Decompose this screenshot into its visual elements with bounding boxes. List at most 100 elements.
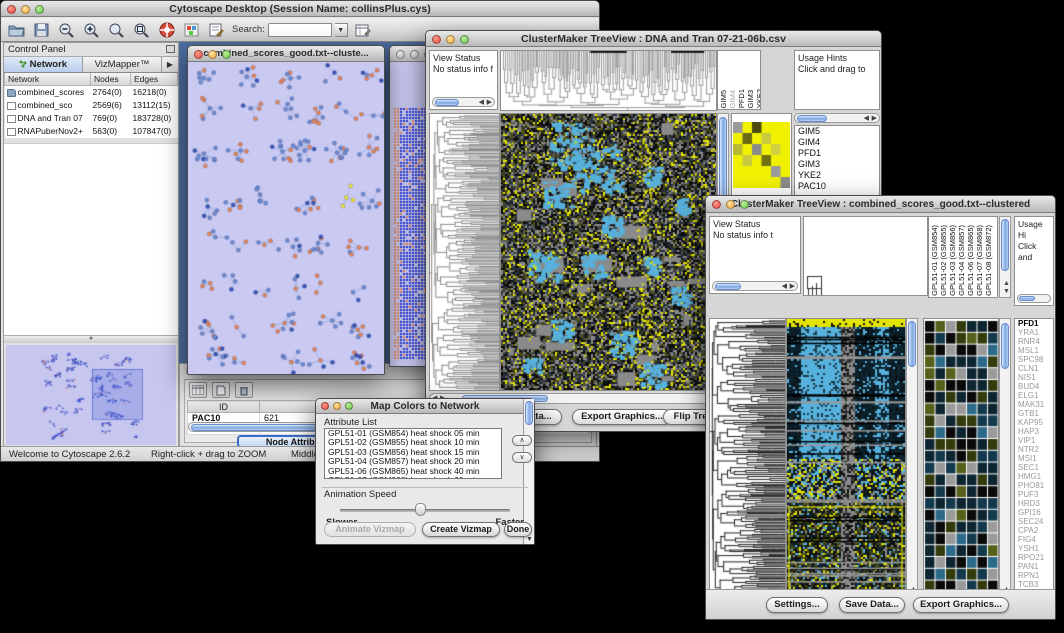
minimize-icon[interactable]: [333, 402, 341, 410]
tv1-zoom-matrix[interactable]: [733, 122, 790, 188]
attribute-list[interactable]: GPL51-01 (GSM854) heat shock 05 minGPL51…: [324, 428, 502, 479]
tv2-gene-item[interactable]: CPA2: [1015, 526, 1053, 535]
tv2-collabel-vscrollbar[interactable]: ▲▼: [999, 216, 1011, 298]
tv2-gene-item[interactable]: NIS1: [1015, 373, 1053, 382]
tab-network[interactable]: Network: [4, 57, 83, 72]
network-row[interactable]: DNA and Tran 07 769(0) 183728(0): [5, 112, 178, 125]
search-dropdown-icon[interactable]: ▼: [335, 23, 348, 37]
tv2-button[interactable]: Export Graphics...: [913, 597, 1009, 613]
vizmapper-icon[interactable]: [182, 20, 201, 39]
tv2-column-label[interactable]: GPL51-02 (GSM855): [939, 225, 948, 296]
close-icon[interactable]: [432, 35, 441, 44]
tv2-gene-item[interactable]: RNR4: [1015, 337, 1053, 346]
tv2-gene-item[interactable]: YRA1: [1015, 328, 1053, 337]
col-nodes[interactable]: Nodes: [91, 73, 131, 86]
network-row[interactable]: RNAPuberNov2+ 563(0) 107847(0): [5, 125, 178, 138]
tv1-button[interactable]: Export Graphics...: [572, 409, 672, 425]
tv2-gene-item[interactable]: PUF3: [1015, 490, 1053, 499]
tv2-gene-item[interactable]: SEC1: [1015, 463, 1053, 472]
tv1-column-label[interactable]: GIM4: [728, 90, 737, 108]
tv2-column-label[interactable]: GPL51-08 (GSM872): [984, 225, 993, 296]
zoom-out-icon[interactable]: [57, 20, 76, 39]
tv2-gene-item[interactable]: VIP1: [1015, 436, 1053, 445]
tv1-genelist-hscrollbar[interactable]: ◀▶: [794, 113, 880, 123]
tv2-column-label[interactable]: GPL51-01 (GSM854): [930, 225, 939, 296]
minimize-icon[interactable]: [208, 50, 217, 59]
tv2-gene-item[interactable]: PAN1: [1015, 562, 1053, 571]
treeview2-titlebar[interactable]: ClusterMaker TreeView : combined_scores_…: [706, 196, 1055, 213]
close-icon[interactable]: [194, 50, 203, 59]
tv2-gene-item[interactable]: RPO21: [1015, 553, 1053, 562]
tv1-gene-item[interactable]: GIM5: [795, 126, 879, 137]
tv2-gene-item[interactable]: SEC24: [1015, 517, 1053, 526]
minimize-icon[interactable]: [410, 50, 419, 59]
tv1-gene-item[interactable]: GIM4: [795, 137, 879, 148]
tv2-gene-item[interactable]: SPC98: [1015, 355, 1053, 364]
tv2-gene-item[interactable]: HRD3: [1015, 499, 1053, 508]
tv1-column-label[interactable]: YKE2: [755, 89, 761, 108]
tv2-status-hscrollbar[interactable]: ◀▶: [712, 281, 798, 291]
tv1-gene-item[interactable]: GIM3: [795, 159, 879, 170]
tv1-column-label[interactable]: GIM3: [746, 90, 755, 108]
zoom-window-icon[interactable]: [345, 402, 353, 410]
close-icon[interactable]: [712, 200, 721, 209]
new-attribute-icon[interactable]: [212, 382, 230, 398]
tv1-column-label[interactable]: PFD1: [737, 89, 746, 108]
close-icon[interactable]: [396, 50, 405, 59]
tv2-gene-item[interactable]: FIG4: [1015, 535, 1053, 544]
tv2-column-dendrogram[interactable]: [803, 216, 928, 296]
tv2-heatmap-vscrollbar[interactable]: ▲▼: [906, 318, 918, 604]
close-icon[interactable]: [321, 402, 329, 410]
annotation-icon[interactable]: [207, 20, 226, 39]
close-icon[interactable]: [7, 5, 16, 14]
tv1-row-dendrogram[interactable]: [429, 113, 500, 391]
tv2-button[interactable]: Settings...: [766, 597, 828, 613]
tv2-gene-item[interactable]: TCB3: [1015, 580, 1053, 589]
tv1-gene-item[interactable]: PFD1: [795, 148, 879, 159]
dialog-button[interactable]: Animate Vizmap: [324, 522, 416, 537]
zoom-window-icon[interactable]: [460, 35, 469, 44]
tv2-gene-item[interactable]: MSI1: [1015, 454, 1053, 463]
network-row[interactable]: combined_scores 2764(0) 16218(0): [5, 86, 178, 99]
tv2-column-label[interactable]: GPL51-07 (GSM868): [975, 225, 984, 296]
col-edges[interactable]: Edges: [131, 73, 178, 86]
birdseye-view[interactable]: [6, 345, 176, 445]
tv2-heatmap[interactable]: [786, 318, 906, 606]
zoom-window-icon[interactable]: [740, 200, 749, 209]
tv1-column-label[interactable]: GIM5: [719, 90, 728, 108]
panel-divider-handle[interactable]: ●: [4, 335, 178, 343]
tv2-row-dendrogram[interactable]: [709, 318, 786, 606]
tv2-column-label[interactable]: GPL51-03 (GSM856): [948, 225, 957, 296]
tv2-gene-item[interactable]: BUD4: [1015, 382, 1053, 391]
minimize-icon[interactable]: [726, 200, 735, 209]
treeview1-titlebar[interactable]: ClusterMaker TreeView : DNA and Tran 07-…: [426, 31, 881, 47]
col-network[interactable]: Network: [5, 73, 91, 86]
minimize-icon[interactable]: [446, 35, 455, 44]
select-attributes-icon[interactable]: [189, 382, 207, 398]
float-panel-icon[interactable]: [166, 45, 175, 53]
zoom-window-icon[interactable]: [35, 5, 44, 14]
zoom-fit-icon[interactable]: [107, 20, 126, 39]
tv2-gene-item[interactable]: NTR2: [1015, 445, 1053, 454]
tv2-gene-item[interactable]: MAK31: [1015, 400, 1053, 409]
tv2-gene-item[interactable]: CLN1: [1015, 364, 1053, 373]
tv1-column-dendrogram[interactable]: [500, 50, 717, 111]
save-icon[interactable]: [32, 20, 51, 39]
tv2-button[interactable]: Save Data...: [839, 597, 905, 613]
search-input[interactable]: [268, 23, 332, 37]
zoom-in-icon[interactable]: [82, 20, 101, 39]
move-down-button[interactable]: ∨: [512, 452, 532, 463]
dialog-button[interactable]: Done: [504, 522, 532, 537]
tv2-gene-item[interactable]: ELG1: [1015, 391, 1053, 400]
network-row[interactable]: combined_sco 2569(6) 13112(15): [5, 99, 178, 112]
tv1-gene-item[interactable]: YKE2: [795, 170, 879, 181]
tab-overflow-arrow-icon[interactable]: ▶: [162, 57, 178, 72]
tv2-gene-item[interactable]: RPN1: [1015, 571, 1053, 580]
tv2-gene-item[interactable]: YSH1: [1015, 544, 1053, 553]
dialog-titlebar[interactable]: Map Colors to Network: [316, 399, 534, 414]
zoom-selected-icon[interactable]: [132, 20, 151, 39]
open-file-icon[interactable]: [7, 20, 26, 39]
tv1-heatmap[interactable]: [500, 113, 717, 391]
tv2-gene-item[interactable]: GTB1: [1015, 409, 1053, 418]
move-up-button[interactable]: ∧: [512, 435, 532, 446]
